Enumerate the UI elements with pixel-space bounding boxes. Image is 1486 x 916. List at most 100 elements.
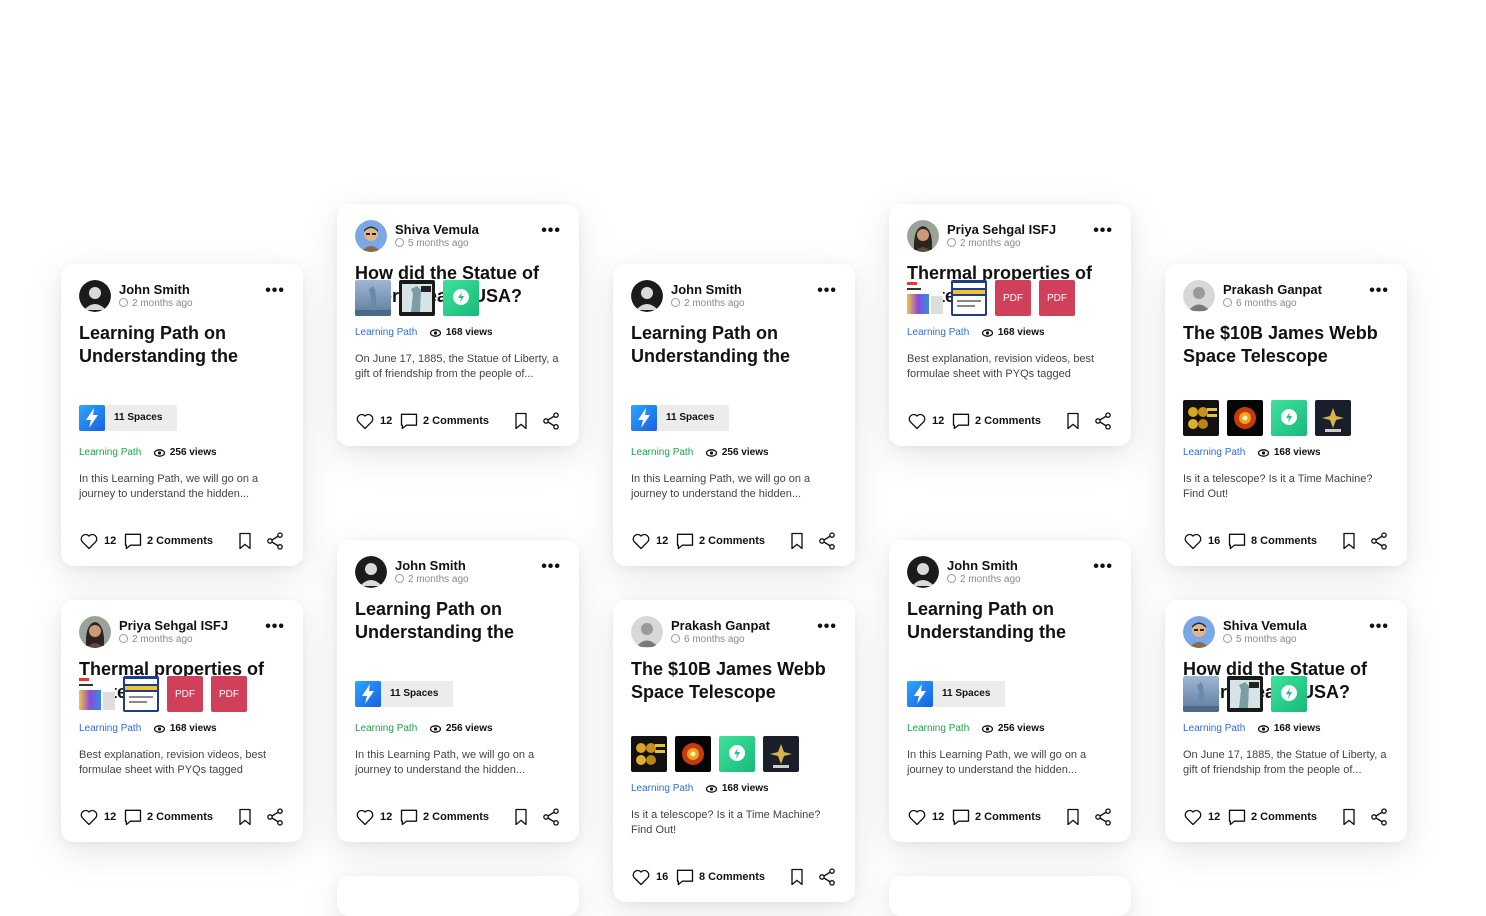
pdf-attachment[interactable]: PDF — [167, 676, 203, 712]
author-name[interactable]: Prakash Ganpat — [671, 618, 770, 633]
heart-icon[interactable] — [631, 867, 651, 887]
post-card[interactable]: Shiva Vemula 5 months ago ••• How did th… — [1165, 600, 1407, 842]
post-title[interactable]: The $10B James Webb Space Telescope — [631, 658, 841, 704]
spaces-badge[interactable]: 11 Spaces — [355, 681, 453, 707]
more-icon[interactable]: ••• — [1093, 223, 1113, 239]
video-thumbnail[interactable] — [1227, 676, 1263, 712]
content-type[interactable]: Learning Path — [631, 783, 693, 794]
idea-thumbnail[interactable] — [443, 280, 479, 316]
course-thumbnail[interactable] — [951, 280, 987, 316]
bookmark-icon[interactable] — [235, 531, 255, 551]
comment-count[interactable]: 2 Comments — [1251, 811, 1317, 823]
post-card-partial[interactable] — [889, 876, 1131, 916]
author-name[interactable]: Prakash Ganpat — [1223, 282, 1322, 297]
comment-icon[interactable] — [951, 807, 971, 827]
heart-icon[interactable] — [79, 807, 99, 827]
more-icon[interactable]: ••• — [265, 619, 285, 635]
course-thumbnail[interactable] — [123, 676, 159, 712]
comment-icon[interactable] — [675, 531, 695, 551]
galaxy-thumbnail[interactable] — [1227, 400, 1263, 436]
share-icon[interactable] — [817, 867, 837, 887]
more-icon[interactable]: ••• — [1369, 619, 1389, 635]
content-type[interactable]: Learning Path — [79, 723, 141, 734]
content-type[interactable]: Learning Path — [907, 723, 969, 734]
post-card-partial[interactable] — [337, 876, 579, 916]
content-type[interactable]: Learning Path — [1183, 723, 1245, 734]
post-card[interactable]: John Smith 2 months ago ••• Learning Pat… — [889, 540, 1131, 842]
author-name[interactable]: Shiva Vemula — [1223, 618, 1307, 633]
comment-icon[interactable] — [123, 807, 143, 827]
idea-thumbnail[interactable] — [1271, 676, 1307, 712]
space-thumbnail[interactable] — [1315, 400, 1351, 436]
avatar[interactable] — [1183, 616, 1215, 648]
comment-count[interactable]: 2 Comments — [975, 415, 1041, 427]
heart-icon[interactable] — [79, 531, 99, 551]
mirror-thumbnail[interactable] — [631, 736, 667, 772]
more-icon[interactable]: ••• — [1369, 283, 1389, 299]
comment-count[interactable]: 2 Comments — [975, 811, 1041, 823]
heart-icon[interactable] — [1183, 807, 1203, 827]
content-type[interactable]: Learning Path — [1183, 447, 1245, 458]
bookmark-icon[interactable] — [787, 867, 807, 887]
comment-icon[interactable] — [1227, 807, 1247, 827]
comment-count[interactable]: 8 Comments — [699, 871, 765, 883]
comment-count[interactable]: 2 Comments — [699, 535, 765, 547]
comment-count[interactable]: 2 Comments — [147, 811, 213, 823]
comment-count[interactable]: 2 Comments — [423, 415, 489, 427]
spaces-badge[interactable]: 11 Spaces — [79, 405, 177, 431]
share-icon[interactable] — [1369, 531, 1389, 551]
share-icon[interactable] — [265, 807, 285, 827]
share-icon[interactable] — [817, 531, 837, 551]
avatar[interactable] — [355, 556, 387, 588]
share-icon[interactable] — [541, 411, 561, 431]
statue-thumbnail[interactable] — [1183, 676, 1219, 712]
post-card[interactable]: John Smith 2 months ago ••• Learning Pat… — [613, 264, 855, 566]
content-type[interactable]: Learning Path — [907, 327, 969, 338]
avatar[interactable] — [907, 556, 939, 588]
course-thumbnail[interactable] — [79, 676, 115, 712]
share-icon[interactable] — [1093, 411, 1113, 431]
mirror-thumbnail[interactable] — [1183, 400, 1219, 436]
avatar[interactable] — [907, 220, 939, 252]
comment-icon[interactable] — [951, 411, 971, 431]
post-card[interactable]: John Smith 2 months ago ••• Learning Pat… — [61, 264, 303, 566]
statue-thumbnail[interactable] — [355, 280, 391, 316]
pdf-attachment[interactable]: PDF — [1039, 280, 1075, 316]
idea-thumbnail[interactable] — [1271, 400, 1307, 436]
avatar[interactable] — [1183, 280, 1215, 312]
bookmark-icon[interactable] — [787, 531, 807, 551]
bookmark-icon[interactable] — [511, 807, 531, 827]
heart-icon[interactable] — [907, 807, 927, 827]
pdf-attachment[interactable]: PDF — [995, 280, 1031, 316]
comment-icon[interactable] — [399, 411, 419, 431]
more-icon[interactable]: ••• — [817, 619, 837, 635]
spaces-badge[interactable]: 11 Spaces — [631, 405, 729, 431]
more-icon[interactable]: ••• — [265, 283, 285, 299]
author-name[interactable]: John Smith — [671, 282, 742, 297]
course-thumbnail[interactable] — [907, 280, 943, 316]
bookmark-icon[interactable] — [235, 807, 255, 827]
author-name[interactable]: John Smith — [119, 282, 190, 297]
more-icon[interactable]: ••• — [541, 223, 561, 239]
space-thumbnail[interactable] — [763, 736, 799, 772]
bookmark-icon[interactable] — [511, 411, 531, 431]
bookmark-icon[interactable] — [1339, 807, 1359, 827]
comment-icon[interactable] — [675, 867, 695, 887]
comment-count[interactable]: 2 Comments — [147, 535, 213, 547]
avatar[interactable] — [79, 280, 111, 312]
avatar[interactable] — [355, 220, 387, 252]
post-card[interactable]: Shiva Vemula 5 months ago ••• How did th… — [337, 204, 579, 446]
post-title[interactable]: Learning Path on Understanding the — [907, 598, 1117, 644]
avatar[interactable] — [631, 616, 663, 648]
comment-icon[interactable] — [123, 531, 143, 551]
share-icon[interactable] — [265, 531, 285, 551]
spaces-badge[interactable]: 11 Spaces — [907, 681, 1005, 707]
heart-icon[interactable] — [907, 411, 927, 431]
heart-icon[interactable] — [355, 411, 375, 431]
content-type[interactable]: Learning Path — [79, 447, 141, 458]
post-card[interactable]: John Smith 2 months ago ••• Learning Pat… — [337, 540, 579, 842]
share-icon[interactable] — [1093, 807, 1113, 827]
bookmark-icon[interactable] — [1063, 807, 1083, 827]
share-icon[interactable] — [541, 807, 561, 827]
heart-icon[interactable] — [1183, 531, 1203, 551]
